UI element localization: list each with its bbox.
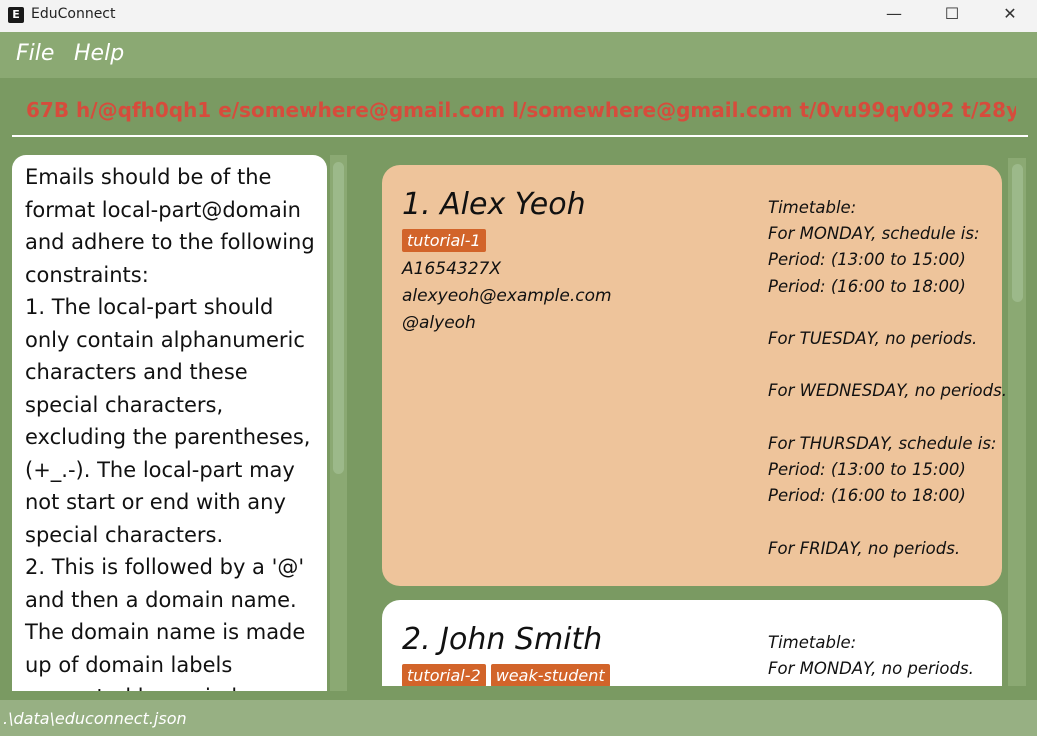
timetable: Timetable: For MONDAY, schedule is: Peri… — [768, 198, 1007, 558]
close-button[interactable]: ✕ — [981, 0, 1037, 30]
list-scrollbar-thumb[interactable] — [1012, 164, 1023, 302]
maximize-icon: ☐ — [944, 4, 960, 23]
result-message: Emails should be of the format local-par… — [25, 165, 315, 691]
person-name: 2. John Smith — [402, 622, 603, 657]
menu-bar: File Help — [0, 32, 1037, 78]
result-scrollbar-thumb[interactable] — [333, 162, 344, 474]
tag: tutorial-1 — [402, 229, 486, 252]
status-bar: .\data\educonnect.json — [0, 700, 1037, 736]
maximize-button[interactable]: ☐ — [923, 0, 981, 30]
close-icon: ✕ — [1003, 4, 1017, 23]
save-location: .\data\educonnect.json — [3, 709, 187, 728]
telegram-handle: @alyeoh — [402, 313, 476, 333]
tag: tutorial-2 — [402, 664, 486, 686]
app-logo-icon: E — [8, 7, 24, 23]
person-name: 1. Alex Yeoh — [402, 187, 586, 222]
command-box: 67B h/@qfh0qh1 e/somewhere@gmail.com l/s… — [0, 78, 1037, 148]
menu-help[interactable]: Help — [74, 41, 124, 66]
title-bar: E EduConnect — ☐ ✕ — [0, 0, 1037, 32]
email: alexyeoh@example.com — [402, 286, 612, 306]
person-card[interactable]: 1. Alex Yeoh tutorial-1 A1654327X alexye… — [382, 165, 1007, 586]
student-id: A1654327X — [402, 259, 501, 279]
window-title: EduConnect — [31, 6, 116, 22]
command-underline — [12, 135, 1028, 137]
command-input[interactable]: 67B h/@qfh0qh1 e/somewhere@gmail.com l/s… — [26, 98, 1016, 122]
tag: weak-student — [490, 664, 610, 686]
minimize-button[interactable]: — — [865, 0, 923, 30]
minimize-icon: — — [886, 4, 902, 23]
person-list[interactable]: 1. Alex Yeoh tutorial-1 A1654327X alexye… — [365, 155, 1028, 686]
timetable: Timetable: For MONDAY, no periods. — [768, 633, 974, 679]
tag-list: tutorial-2 weak-student — [402, 664, 615, 686]
person-card[interactable]: 2. John Smith tutorial-2 weak-student Tim… — [382, 600, 1002, 686]
tag-list: tutorial-1 — [402, 229, 491, 252]
result-display[interactable]: Emails should be of the format local-par… — [12, 155, 327, 691]
menu-file[interactable]: File — [16, 41, 54, 66]
